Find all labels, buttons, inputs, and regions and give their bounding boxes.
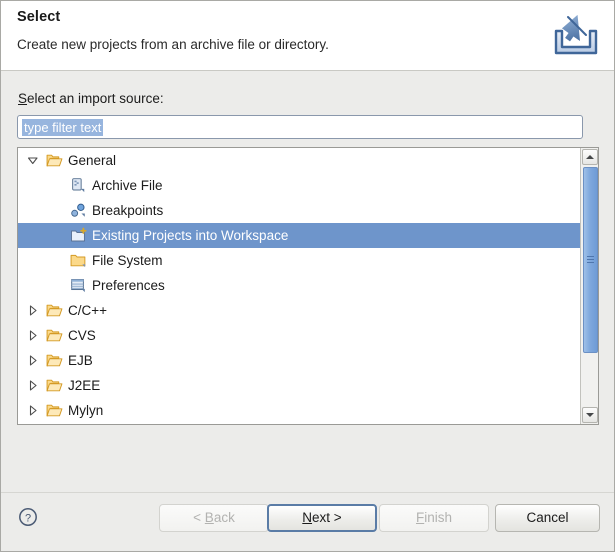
tree-item-label: Archive File bbox=[92, 178, 163, 193]
tree-item[interactable]: C/C++ bbox=[18, 298, 580, 323]
filter-input[interactable]: type filter text bbox=[17, 115, 583, 139]
chevron-down-icon bbox=[586, 413, 594, 417]
folder-icon bbox=[70, 254, 86, 268]
page-description: Create new projects from an archive file… bbox=[17, 37, 329, 52]
existing-projects-icon bbox=[71, 227, 87, 242]
import-source-label: Select an import source: bbox=[18, 91, 164, 106]
tree-item-label: EJB bbox=[68, 353, 93, 368]
back-button-mnemonic: B bbox=[204, 510, 214, 525]
tree-item[interactable]: File System bbox=[18, 248, 580, 273]
tree-item[interactable]: EJB bbox=[18, 348, 580, 373]
finish-button-mnemonic: F bbox=[415, 510, 425, 525]
scrollbar-thumb[interactable] bbox=[583, 167, 598, 353]
next-button-mnemonic: N bbox=[302, 510, 313, 525]
wizard-header: Select Create new projects from an archi… bbox=[1, 1, 614, 71]
dialog-button-bar: ? < Back Next > Finish Cancel bbox=[1, 492, 614, 551]
tree-item-label: File System bbox=[92, 253, 163, 268]
tree-item[interactable]: J2EE bbox=[18, 373, 580, 398]
import-source-label-rest: elect an import source: bbox=[27, 91, 164, 106]
chevron-up-icon bbox=[586, 155, 594, 159]
tree-item[interactable]: Archive File bbox=[18, 173, 580, 198]
preferences-icon bbox=[71, 279, 85, 293]
tree-item-label: Existing Projects into Workspace bbox=[92, 228, 289, 243]
tree-item-label: J2EE bbox=[68, 378, 101, 393]
open-folder-icon bbox=[46, 154, 63, 167]
help-icon[interactable]: ? bbox=[17, 506, 39, 528]
page-title: Select bbox=[17, 9, 61, 25]
tree-item-label: Breakpoints bbox=[92, 203, 164, 218]
archive-file-icon bbox=[72, 178, 85, 193]
open-folder-icon bbox=[46, 379, 63, 392]
filter-input-value[interactable]: type filter text bbox=[22, 119, 104, 136]
tree-collapsed-arrow-icon[interactable] bbox=[26, 298, 40, 323]
import-wizard-dialog: Select Create new projects from an archi… bbox=[0, 0, 615, 552]
import-source-label-mnemonic: S bbox=[18, 91, 28, 106]
finish-button[interactable]: Finish bbox=[379, 504, 489, 532]
scroll-up-button[interactable] bbox=[582, 149, 598, 165]
tree-collapsed-arrow-icon[interactable] bbox=[26, 348, 40, 373]
tree-vertical-scrollbar[interactable] bbox=[580, 148, 598, 424]
back-button[interactable]: < Back bbox=[159, 504, 269, 532]
tree-item-label: C/C++ bbox=[68, 303, 108, 318]
import-icon bbox=[554, 14, 598, 55]
open-folder-icon bbox=[46, 354, 63, 367]
scroll-down-button[interactable] bbox=[582, 407, 598, 423]
tree-expanded-arrow-icon[interactable] bbox=[26, 148, 40, 173]
tree-rows-container: General Archive File Breakpoints Existing P… bbox=[18, 148, 580, 424]
tree-item[interactable]: Breakpoints bbox=[18, 198, 580, 223]
tree-item-label: Preferences bbox=[92, 278, 165, 293]
open-folder-icon bbox=[46, 404, 63, 417]
tree-item-label: General bbox=[68, 153, 117, 168]
tree-collapsed-arrow-icon[interactable] bbox=[26, 398, 40, 423]
breakpoints-icon bbox=[71, 203, 85, 217]
open-folder-icon bbox=[46, 329, 63, 342]
tree-item[interactable]: Existing Projects into Workspace bbox=[18, 223, 580, 248]
tree-item-label: CVS bbox=[68, 328, 96, 343]
tree-collapsed-arrow-icon[interactable] bbox=[26, 323, 40, 348]
tree-item-label: Mylyn bbox=[68, 403, 104, 418]
svg-text:?: ? bbox=[25, 512, 31, 524]
import-source-tree[interactable]: General Archive File Breakpoints Existing P… bbox=[17, 147, 599, 425]
tree-item[interactable]: General bbox=[18, 148, 580, 173]
open-folder-icon bbox=[46, 304, 63, 317]
dialog-body: Select an import source: type filter tex… bbox=[1, 71, 614, 492]
tree-item[interactable]: CVS bbox=[18, 323, 580, 348]
next-button[interactable]: Next > bbox=[267, 504, 377, 532]
scrollbar-grip-icon bbox=[587, 256, 594, 263]
tree-item[interactable]: Preferences bbox=[18, 273, 580, 298]
tree-collapsed-arrow-icon[interactable] bbox=[26, 373, 40, 398]
cancel-button[interactable]: Cancel bbox=[495, 504, 600, 532]
tree-item[interactable]: Mylyn bbox=[18, 398, 580, 423]
